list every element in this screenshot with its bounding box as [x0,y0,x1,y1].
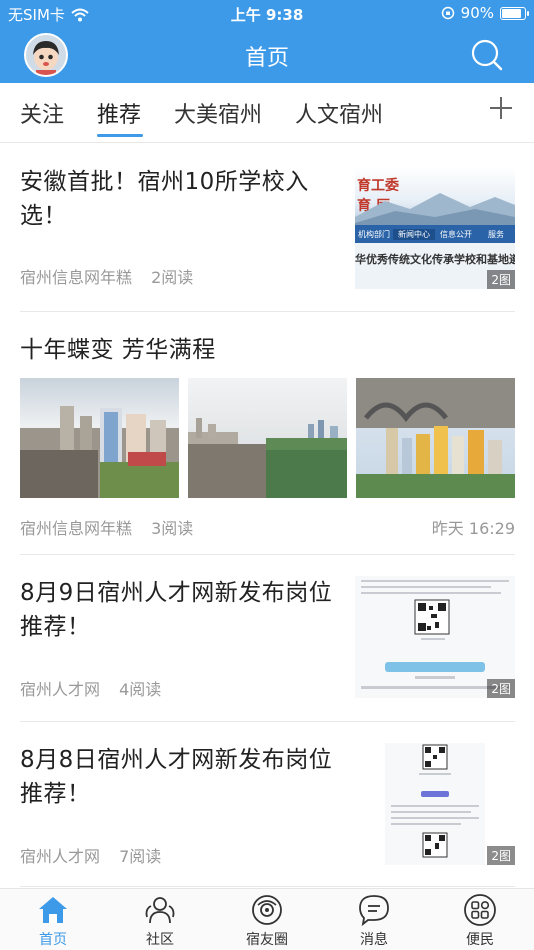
circle-icon [252,895,282,925]
news-photo [356,378,515,498]
river-photo-graphic [188,418,347,498]
news-source: 宿州信息网年糕 [20,268,133,287]
bottom-tab-circle[interactable]: 宿友圈 [227,893,307,949]
bottom-tab-label: 社区 [146,932,174,948]
thumb-caption: 华优秀传统文化传承学校和基地遴 [355,253,515,266]
bottom-tab-home[interactable]: 首页 [13,893,93,949]
thumb-nav-2: 新闻中心 [393,228,435,240]
news-source: 宿州信息网年糕 [20,519,133,538]
message-icon [359,895,389,927]
news-reads: 7阅读 [119,847,162,866]
news-source: 宿州人才网 [20,680,101,699]
channel-tabs: 关注 推荐 大美宿州 人文宿州 [0,83,534,143]
top-navbar: 首页 [0,28,534,83]
status-bar: 无SIM卡 上午 9:38 90% [0,0,534,28]
thumb-nav-3: 信息公开 [440,229,472,239]
bottom-tab-services[interactable]: 便民 [440,893,520,949]
image-count-badge: 2图 [487,270,515,289]
news-item[interactable]: 8月9日宿州人才网新发布岗位推荐！ 宿州人才网 4阅读 2图 [20,555,515,722]
thumb-nav-4: 服务 [488,229,504,239]
bottom-tab-bar: 首页 社区 宿友圈 消息 便民 [0,888,534,950]
news-reads: 4阅读 [119,680,162,699]
thumb-mountain-graphic [355,193,515,225]
image-count-badge: 2图 [487,679,515,698]
thumb-nav-1: 机构部门 [358,229,390,239]
news-item[interactable]: 8月8日宿州人才网新发布岗位推荐！ 宿州人才网 7阅读 2图 [20,722,515,887]
community-icon [145,897,175,924]
bottom-tab-label: 宿友圈 [246,932,288,948]
news-thumbnail: 2图 [355,576,515,698]
news-reads: 2阅读 [151,268,194,287]
page-title: 首页 [244,46,289,71]
news-title: 十年蝶变 芳华满程 [20,337,216,363]
battery-icon [500,7,529,20]
bottom-tab-label: 首页 [39,932,67,948]
news-thumbnail: 2图 [355,743,515,865]
tab-renwensuzhou[interactable]: 人文宿州 [295,97,383,129]
news-reads: 3阅读 [151,519,194,538]
news-source: 宿州人才网 [20,847,101,866]
news-meta: 宿州人才网 7阅读 [20,843,175,867]
news-meta: 宿州信息网年糕 3阅读 [20,515,207,539]
bottom-tab-community[interactable]: 社区 [120,893,200,949]
news-item[interactable]: 十年蝶变 芳华满程 宿州信息网年糕 3阅读 昨天 16:29 [20,312,515,555]
city-photo-graphic [20,406,179,498]
tab-recommend[interactable]: 推荐 [97,97,141,129]
search-icon[interactable] [470,38,504,72]
add-channel-icon[interactable] [488,95,514,121]
news-meta: 宿州信息网年糕 2阅读 [20,264,207,288]
news-title: 8月9日宿州人才网新发布岗位推荐！ [20,580,333,640]
bottom-tab-label: 便民 [466,932,494,948]
bridge-photo-graphic [356,378,515,498]
tab-dameisuzhou[interactable]: 大美宿州 [174,97,262,129]
news-item[interactable]: 安徽首批！宿州10所学校入选！ 宿州信息网年糕 2阅读 育工委 育 厅 机构部门… [20,143,515,312]
news-title: 8月8日宿州人才网新发布岗位推荐！ [20,747,333,807]
image-count-badge: 2图 [487,846,515,865]
tab-follow[interactable]: 关注 [20,97,64,129]
services-icon [464,894,496,926]
news-photo [20,378,179,498]
orientation-lock-icon [441,6,454,20]
bottom-tab-message[interactable]: 消息 [334,893,414,949]
news-time: 昨天 16:29 [431,519,515,538]
active-tab-indicator [97,134,143,137]
battery-percent: 90% [460,4,494,22]
news-photo [188,378,347,498]
news-meta: 宿州人才网 4阅读 [20,676,175,700]
bottom-tab-label: 消息 [360,932,388,948]
home-icon [39,897,67,923]
news-thumbnail: 育工委 育 厅 机构部门 新闻中心 信息公开 服务 华优秀传统文化传承学校和基地… [355,167,515,289]
news-title: 安徽首批！宿州10所学校入选！ [20,169,309,229]
